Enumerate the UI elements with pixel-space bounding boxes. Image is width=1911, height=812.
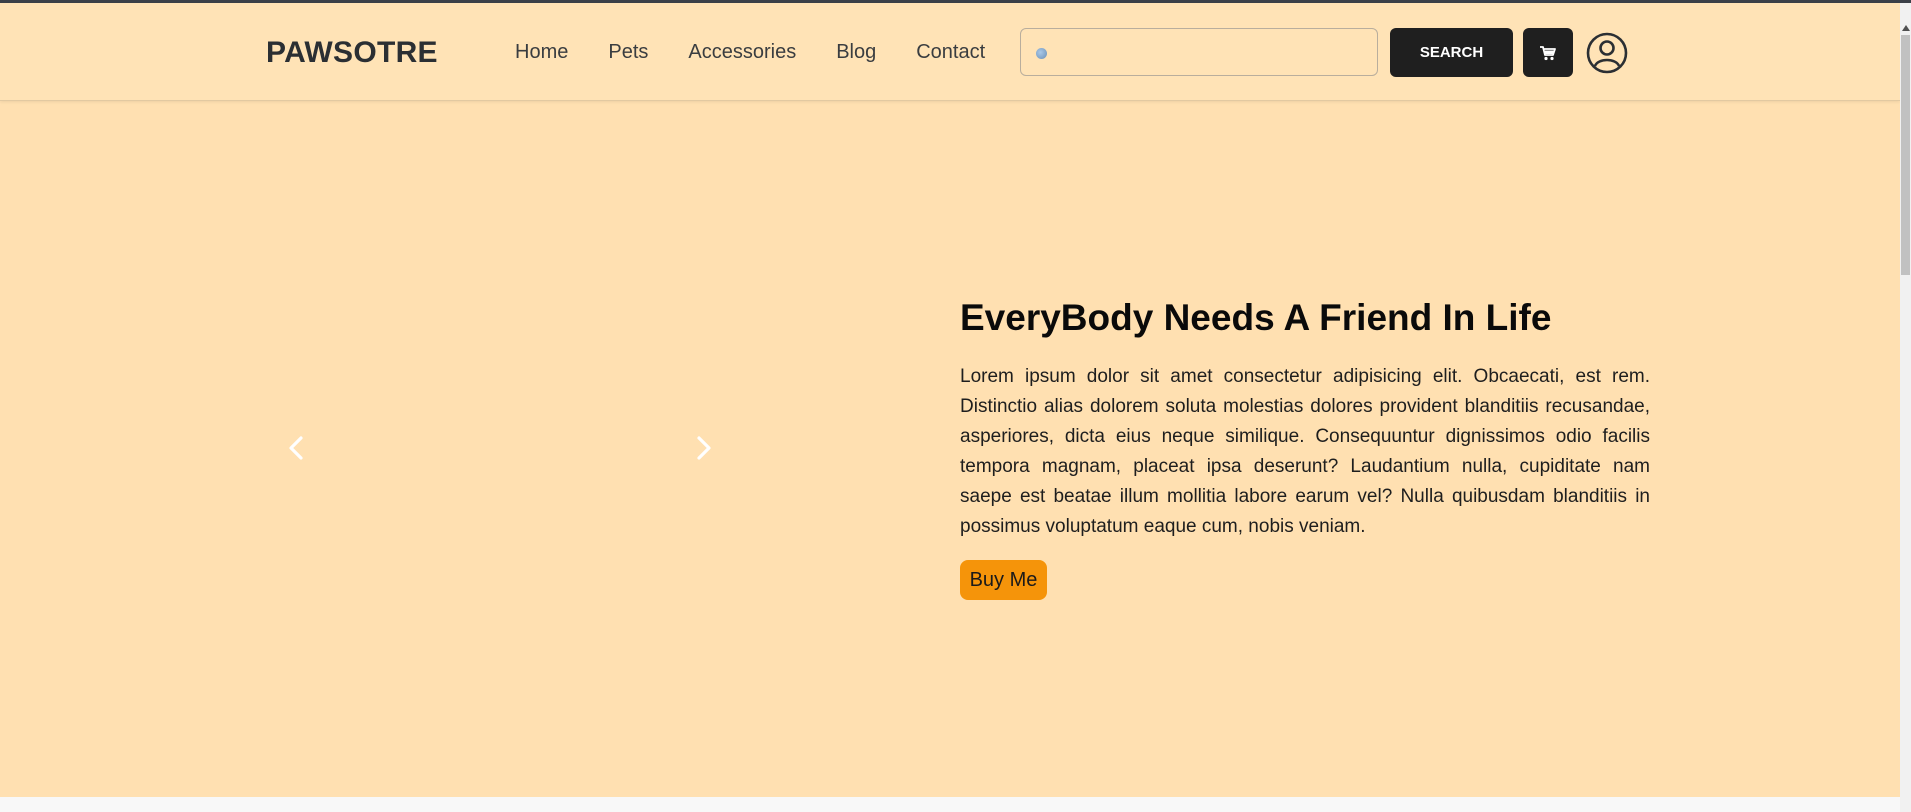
navbar: PAWSOTRE Home Pets Accessories Blog Cont… bbox=[0, 3, 1900, 101]
cart-icon bbox=[1540, 45, 1556, 60]
chevron-left-icon[interactable] bbox=[282, 433, 312, 463]
cart-button[interactable] bbox=[1523, 28, 1573, 77]
hero-description: Lorem ipsum dolor sit amet consectetur a… bbox=[960, 366, 1650, 537]
nav-link-accessories[interactable]: Accessories bbox=[688, 41, 796, 64]
scrollbar-thumb[interactable] bbox=[1901, 35, 1910, 275]
search-button[interactable]: SEARCH bbox=[1390, 28, 1513, 77]
search-input[interactable] bbox=[1020, 28, 1378, 76]
nav-link-pets[interactable]: Pets bbox=[608, 41, 648, 64]
scrollbar[interactable] bbox=[1900, 3, 1911, 812]
nav-link-contact[interactable]: Contact bbox=[916, 41, 985, 64]
nav-link-home[interactable]: Home bbox=[515, 41, 568, 64]
search-icon bbox=[1036, 48, 1047, 59]
page: PAWSOTRE Home Pets Accessories Blog Cont… bbox=[0, 3, 1900, 797]
buy-me-button[interactable]: Buy Me bbox=[960, 560, 1047, 600]
hero-title: EveryBody Needs A Friend In Life bbox=[960, 297, 1552, 338]
user-circle-icon[interactable] bbox=[1586, 32, 1628, 74]
chevron-right-icon[interactable] bbox=[688, 433, 718, 463]
nav-links: Home Pets Accessories Blog Contact bbox=[515, 41, 1025, 64]
brand-logo[interactable]: PAWSOTRE bbox=[266, 36, 438, 70]
nav-link-blog[interactable]: Blog bbox=[836, 41, 876, 64]
scroll-up-arrow-icon[interactable] bbox=[1902, 25, 1910, 31]
